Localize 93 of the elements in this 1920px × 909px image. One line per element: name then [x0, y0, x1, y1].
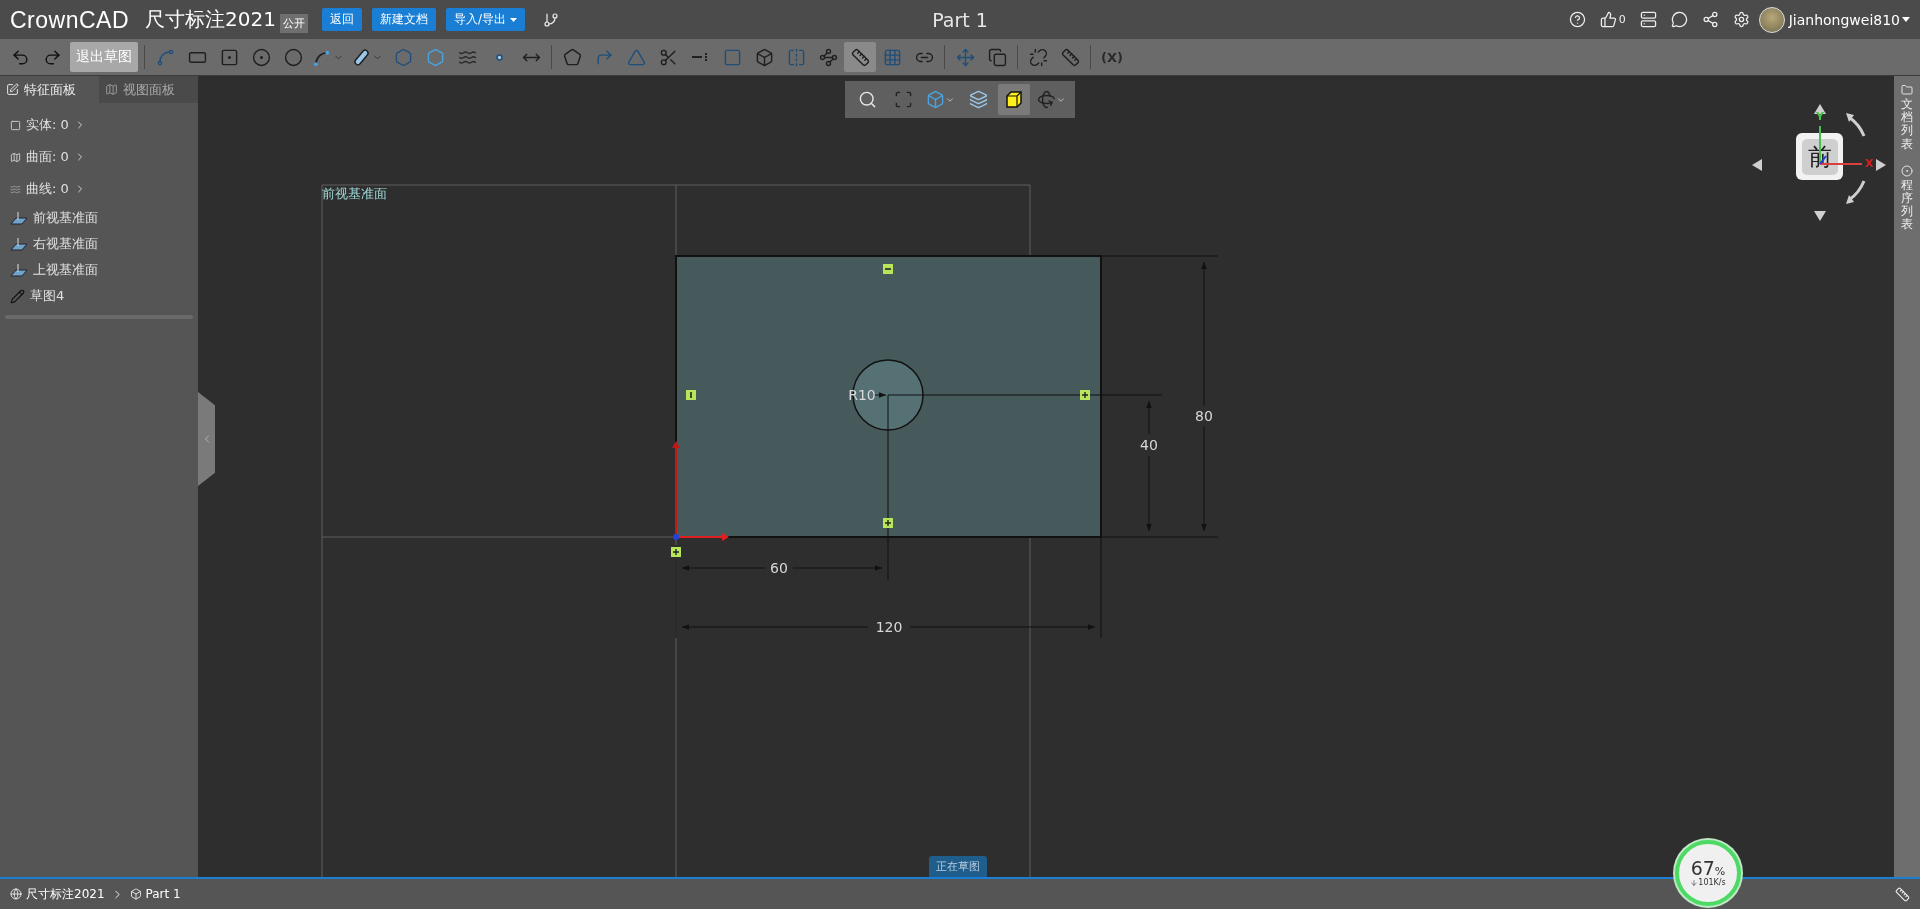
layers-icon	[968, 90, 988, 109]
globe-icon	[10, 888, 22, 900]
constraint-marker	[686, 390, 696, 400]
scan-icon	[893, 90, 913, 109]
header-button[interactable]: 导入/导出	[445, 8, 525, 31]
constraint-marker	[671, 547, 681, 557]
triangle-icon	[626, 47, 646, 67]
plane-label: 前视基准面	[322, 186, 387, 201]
mirror-icon	[786, 47, 806, 67]
app-logo: CrownCAD	[10, 6, 130, 34]
tool-button[interactable]	[844, 42, 876, 72]
plane-icon	[10, 211, 28, 225]
scissors-icon	[658, 47, 678, 67]
hexagon-icon	[425, 47, 445, 67]
edit-icon	[6, 83, 19, 96]
nodes-icon	[818, 47, 838, 67]
header-button[interactable]: 返回	[321, 8, 362, 31]
share-icon	[1701, 11, 1719, 28]
unlink-icon	[1028, 47, 1048, 67]
branch-icon	[543, 11, 559, 28]
view-tool-button[interactable]	[998, 84, 1030, 115]
program-icon	[1901, 164, 1913, 177]
constraint-marker	[883, 518, 893, 528]
pencil-icon	[10, 288, 25, 304]
flag-icon	[10, 151, 21, 163]
document-name: 尺寸标注2021	[145, 6, 276, 33]
move-icon	[955, 47, 975, 67]
plane-icon	[10, 263, 28, 277]
window-title: Part 1	[932, 8, 988, 31]
wave-icon	[10, 183, 21, 195]
line-icon	[691, 52, 709, 62]
circle-dot-icon	[251, 47, 271, 67]
tree-item[interactable]: 草图4	[0, 283, 198, 309]
breadcrumb-link[interactable]: 尺寸标注2021	[10, 885, 105, 903]
hexagon-icon	[393, 47, 413, 67]
tree-item[interactable]: 实体: 0	[0, 109, 198, 141]
square-icon	[10, 119, 21, 131]
dimension-label[interactable]: 120	[875, 619, 903, 635]
settings-icon	[1732, 11, 1750, 28]
cube-icon	[129, 888, 142, 900]
tree-item[interactable]: 曲线: 0	[0, 173, 198, 205]
side-panel-tab[interactable]: 程序列表	[1901, 164, 1913, 232]
cube-icon	[1004, 89, 1024, 110]
panel-tab[interactable]: 视图面板	[99, 76, 198, 103]
dimension-label[interactable]: 60	[770, 560, 788, 576]
tree-item[interactable]: 曲面: 0	[0, 141, 198, 173]
constraint-marker	[1080, 390, 1090, 400]
constraint-marker	[883, 264, 893, 274]
rotate-arrow-icon[interactable]	[1844, 179, 1866, 206]
view-right-arrow-icon[interactable]	[1876, 159, 1886, 171]
pentagon-icon	[562, 47, 582, 67]
view-up-arrow-icon[interactable]	[1814, 104, 1826, 114]
chat-icon	[1670, 11, 1688, 28]
user-menu[interactable]: Jianhongwei810	[1788, 11, 1910, 28]
rotate-arrow-icon[interactable]	[1844, 111, 1866, 138]
caret-icon	[1902, 17, 1910, 22]
point-icon	[495, 53, 503, 61]
cube-icon	[754, 47, 774, 67]
side-panel-tab[interactable]: 文档列表	[1901, 84, 1913, 151]
ruler-icon	[1895, 886, 1910, 902]
sketch-status-badge: 正在草图	[929, 856, 987, 877]
like-count: 0	[1618, 13, 1626, 26]
help-icon	[1568, 11, 1586, 28]
header-button[interactable]: 新建文档	[371, 8, 436, 31]
ruler-icon	[850, 47, 870, 67]
folder-icon	[1901, 84, 1913, 96]
dimension-label[interactable]: 80	[1195, 408, 1213, 424]
copy-icon	[987, 47, 1007, 67]
thumbs-up-icon	[1599, 11, 1617, 28]
panel-tab[interactable]: 特征面板	[0, 76, 99, 103]
y-axis-label: Y	[1816, 110, 1824, 123]
list-icon	[1639, 11, 1657, 28]
map-icon	[105, 83, 118, 96]
down-arrow-icon	[1690, 878, 1699, 887]
view-down-arrow-icon[interactable]	[1814, 211, 1826, 221]
dimension-label[interactable]: 40	[1140, 437, 1158, 453]
tree-item[interactable]: 上视基准面	[0, 257, 198, 283]
polyline-icon	[155, 47, 175, 67]
plane-icon	[10, 237, 28, 251]
grid-icon	[882, 47, 902, 67]
tree-item[interactable]: 前视基准面	[0, 205, 198, 231]
view-left-arrow-icon[interactable]	[1752, 159, 1762, 171]
ruler-icon	[1060, 47, 1080, 67]
search-icon	[857, 90, 877, 109]
visibility-badge: 公开	[279, 14, 308, 33]
breadcrumb-link[interactable]: Part 1	[129, 887, 181, 901]
circle-icon	[283, 47, 303, 67]
square-icon	[722, 47, 742, 67]
x-axis-label: X	[1865, 157, 1874, 170]
tree-item[interactable]: 右视基准面	[0, 231, 198, 257]
cube-icon	[926, 90, 945, 109]
user-avatar[interactable]	[1758, 6, 1785, 33]
rotate-icon	[1037, 90, 1056, 109]
